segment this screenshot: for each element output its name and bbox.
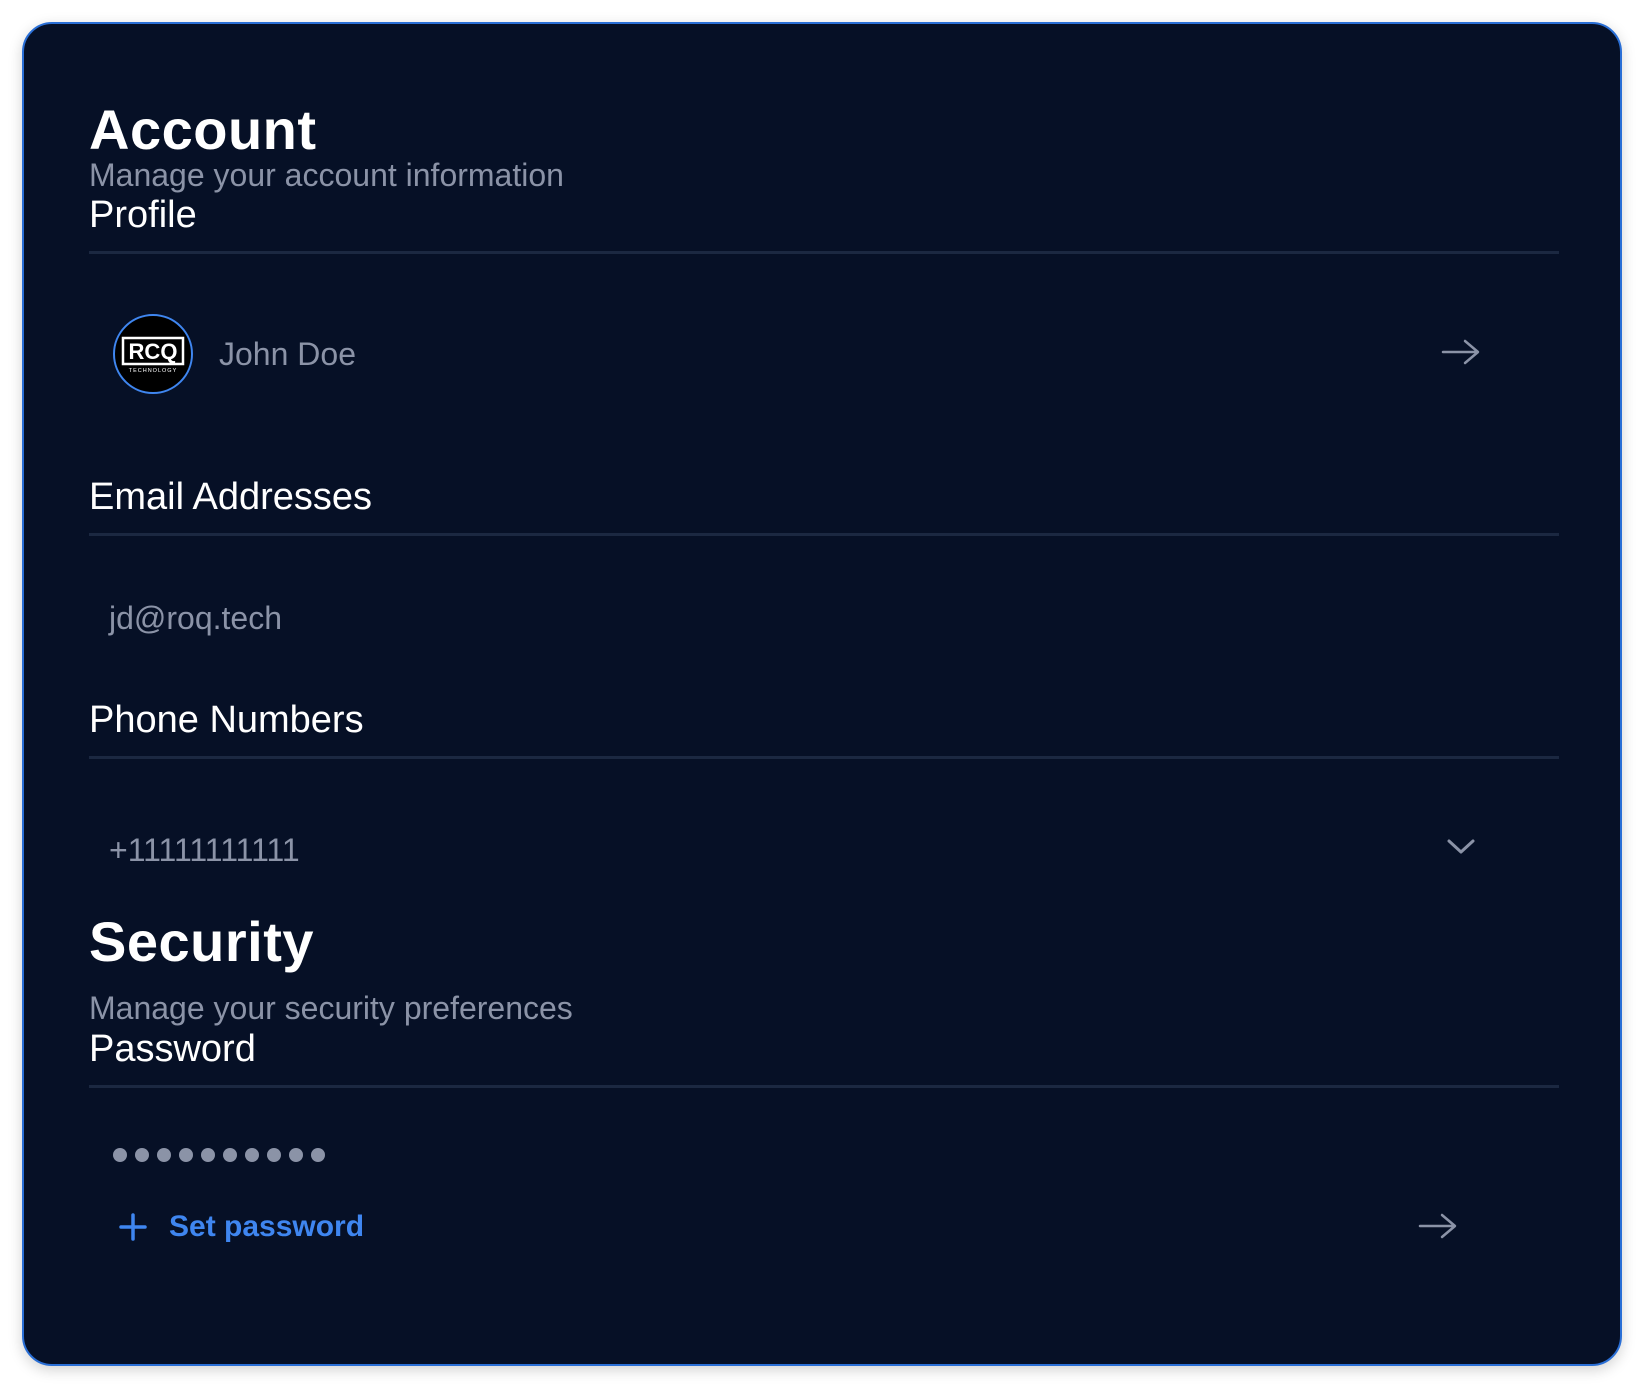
- set-password-label: Set password: [169, 1210, 365, 1243]
- email-divider: [89, 533, 1559, 536]
- phone-value[interactable]: +11111111111: [109, 834, 300, 866]
- security-title: Security: [89, 910, 314, 973]
- password-dot: [223, 1148, 237, 1162]
- avatar: RCQ TECHNOLOGY: [113, 314, 193, 394]
- roq-logo-icon: RCQ TECHNOLOGY: [121, 336, 185, 374]
- profile-name: John Doe: [219, 336, 356, 372]
- phone-heading: Phone Numbers: [89, 699, 364, 741]
- password-divider: [89, 1085, 1559, 1088]
- arrow-right-icon[interactable]: [1439, 330, 1483, 374]
- password-dot: [201, 1148, 215, 1162]
- password-heading: Password: [89, 1028, 256, 1070]
- arrow-right-icon[interactable]: [1416, 1204, 1460, 1248]
- password-dot: [135, 1148, 149, 1162]
- password-dot: [311, 1148, 325, 1162]
- account-settings-card: Account Manage your account information …: [22, 22, 1622, 1366]
- security-subtitle: Manage your security preferences: [89, 990, 573, 1026]
- password-dot: [267, 1148, 281, 1162]
- password-dot: [157, 1148, 171, 1162]
- profile-heading: Profile: [89, 194, 197, 236]
- plus-icon: [119, 1213, 147, 1241]
- password-dot: [113, 1148, 127, 1162]
- avatar-logo-subtext: TECHNOLOGY: [129, 368, 178, 374]
- phone-divider: [89, 756, 1559, 759]
- password-masked-value: [113, 1148, 325, 1162]
- password-dot: [245, 1148, 259, 1162]
- email-value[interactable]: jd@roq.tech: [109, 602, 282, 634]
- password-dot: [179, 1148, 193, 1162]
- profile-row[interactable]: RCQ TECHNOLOGY John Doe: [89, 312, 1559, 396]
- avatar-logo-text: RCQ: [129, 339, 178, 364]
- password-dot: [289, 1148, 303, 1162]
- account-title: Account: [89, 98, 317, 161]
- set-password-button[interactable]: Set password: [119, 1210, 364, 1244]
- profile-divider: [89, 251, 1559, 254]
- account-subtitle: Manage your account information: [89, 157, 564, 193]
- email-heading: Email Addresses: [89, 476, 373, 518]
- chevron-down-icon[interactable]: [1439, 824, 1483, 868]
- card-content: Account Manage your account information …: [89, 24, 1559, 1364]
